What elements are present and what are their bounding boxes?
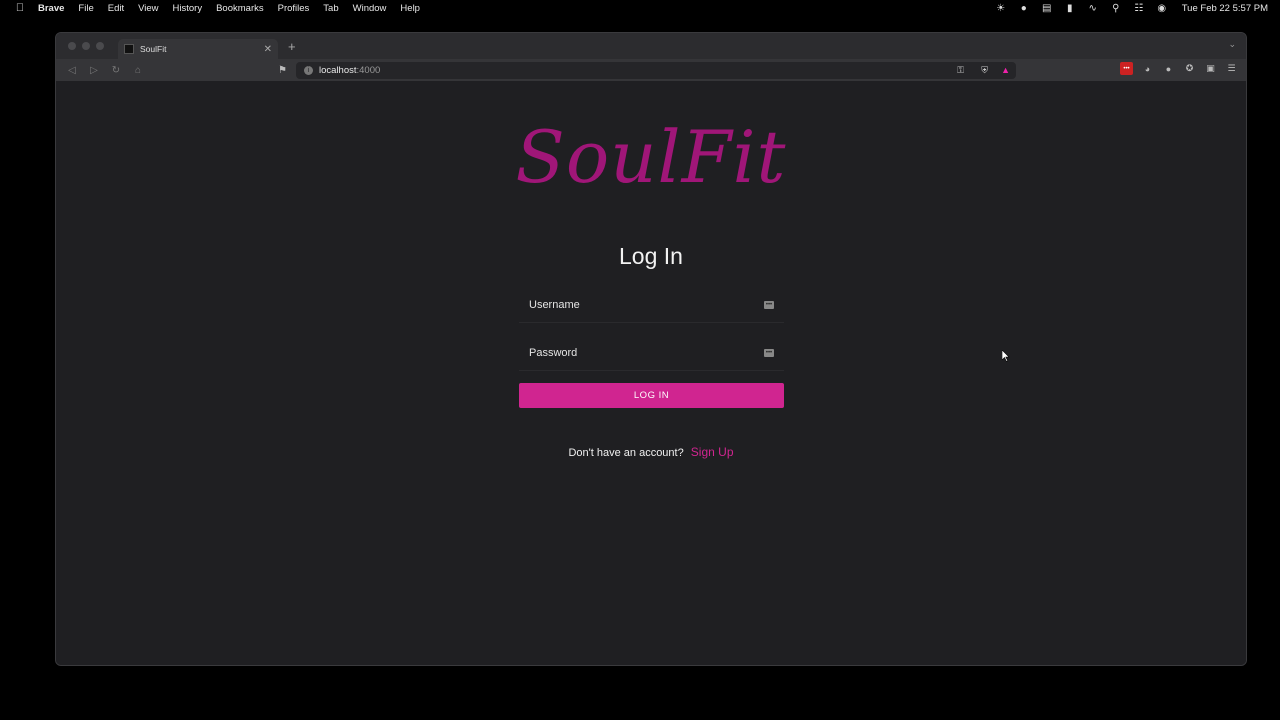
menu-bookmarks[interactable]: Bookmarks bbox=[216, 3, 264, 14]
signup-link[interactable]: Sign Up bbox=[691, 445, 734, 459]
extension-icon[interactable]: ● bbox=[1162, 62, 1175, 75]
wifi-icon[interactable]: ∿ bbox=[1086, 2, 1100, 14]
back-icon[interactable]: ◁ bbox=[62, 65, 82, 76]
screen-record-icon[interactable]: ● bbox=[1017, 2, 1031, 14]
bookmark-icon[interactable]: ⚑ bbox=[278, 65, 290, 76]
autofill-key-icon[interactable]: ••• bbox=[764, 348, 774, 357]
control-center-icon[interactable]: ☷ bbox=[1132, 2, 1146, 14]
url-host: localhost bbox=[319, 64, 357, 76]
brave-shield-icon[interactable]: ⛨ bbox=[981, 65, 988, 76]
username-field[interactable]: Username ••• bbox=[519, 287, 784, 323]
keyboard-icon[interactable]: ▤ bbox=[1040, 2, 1054, 14]
siri-icon[interactable]: ◉ bbox=[1155, 2, 1169, 14]
window-controls bbox=[68, 42, 104, 50]
signup-prompt: Don't have an account? bbox=[568, 447, 684, 459]
brave-rewards-icon[interactable]: ▲ bbox=[1001, 65, 1010, 75]
password-placeholder: Password bbox=[529, 346, 578, 359]
menu-help[interactable]: Help bbox=[400, 3, 420, 14]
menu-view[interactable]: View bbox=[138, 3, 158, 14]
site-info-icon[interactable]: i bbox=[304, 65, 313, 75]
autofill-key-icon[interactable]: ••• bbox=[764, 300, 774, 309]
puzzle-extensions-icon[interactable]: ✪ bbox=[1183, 62, 1196, 75]
page-title: Log In bbox=[619, 243, 683, 269]
browser-window: SoulFit ✕ + ⌄ ◁ ▷ ↻ ⌂ ⚑ i localhost:4000… bbox=[55, 32, 1247, 666]
home-icon[interactable]: ⌂ bbox=[128, 65, 148, 76]
key-icon[interactable]: ⚿ bbox=[957, 65, 964, 76]
close-window-button[interactable] bbox=[68, 42, 76, 50]
reload-icon[interactable]: ↻ bbox=[106, 65, 126, 76]
spotlight-search-icon[interactable]: ⚲ bbox=[1109, 2, 1123, 14]
battery-icon[interactable]: ▮ bbox=[1063, 2, 1077, 14]
menu-app-name[interactable]: Brave bbox=[38, 3, 64, 14]
menu-history[interactable]: History bbox=[173, 3, 203, 14]
brightness-icon[interactable]: ☀ bbox=[994, 2, 1008, 14]
extension-icon[interactable]: ◕ bbox=[1141, 62, 1154, 75]
menu-file[interactable]: File bbox=[78, 3, 93, 14]
menu-window[interactable]: Window bbox=[353, 3, 387, 14]
login-button[interactable]: LOG IN bbox=[519, 383, 784, 408]
address-bar[interactable]: i localhost:4000 ⚿ ⛨ ▲ bbox=[296, 61, 1016, 79]
menu-edit[interactable]: Edit bbox=[108, 3, 124, 14]
username-placeholder: Username bbox=[529, 298, 580, 311]
menu-profiles[interactable]: Profiles bbox=[278, 3, 310, 14]
close-tab-icon[interactable]: ✕ bbox=[264, 44, 272, 55]
browser-tab[interactable]: SoulFit ✕ bbox=[118, 39, 278, 59]
new-tab-icon[interactable]: + bbox=[288, 39, 296, 54]
system-menu-bar:  Brave File Edit View History Bookmarks… bbox=[0, 0, 1280, 16]
favicon-icon bbox=[124, 44, 134, 54]
wallet-icon[interactable]: ▣ bbox=[1204, 62, 1217, 75]
soulfit-logo: SoulFit bbox=[515, 115, 787, 199]
mouse-cursor-icon bbox=[1002, 350, 1010, 362]
url-port: :4000 bbox=[356, 64, 381, 76]
maximize-window-button[interactable] bbox=[96, 42, 104, 50]
signup-row: Don't have an account? Sign Up bbox=[56, 445, 1246, 459]
forward-icon[interactable]: ▷ bbox=[84, 65, 104, 76]
apple-icon[interactable]:  bbox=[14, 2, 26, 14]
menu-tab[interactable]: Tab bbox=[323, 3, 338, 14]
chevron-down-icon[interactable]: ⌄ bbox=[1228, 39, 1236, 50]
menu-icon[interactable]: ☰ bbox=[1225, 62, 1238, 75]
tab-bar: SoulFit ✕ + ⌄ bbox=[56, 33, 1246, 59]
page-content: SoulFit Log In Username ••• Password •••… bbox=[56, 81, 1246, 665]
browser-toolbar: ◁ ▷ ↻ ⌂ ⚑ i localhost:4000 ⚿ ⛨ ▲ ••• ◕ ●… bbox=[56, 59, 1246, 81]
password-manager-extension-icon[interactable]: ••• bbox=[1120, 62, 1133, 75]
minimize-window-button[interactable] bbox=[82, 42, 90, 50]
tab-title: SoulFit bbox=[140, 44, 167, 54]
status-area: ☀ ● ▤ ▮ ∿ ⚲ ☷ ◉ Tue Feb 22 5:57 PM bbox=[994, 0, 1268, 16]
password-field[interactable]: Password ••• bbox=[519, 335, 784, 371]
menu-clock[interactable]: Tue Feb 22 5:57 PM bbox=[1182, 3, 1268, 14]
extensions-area: ••• ◕ ● ✪ ▣ ☰ bbox=[1120, 62, 1238, 75]
